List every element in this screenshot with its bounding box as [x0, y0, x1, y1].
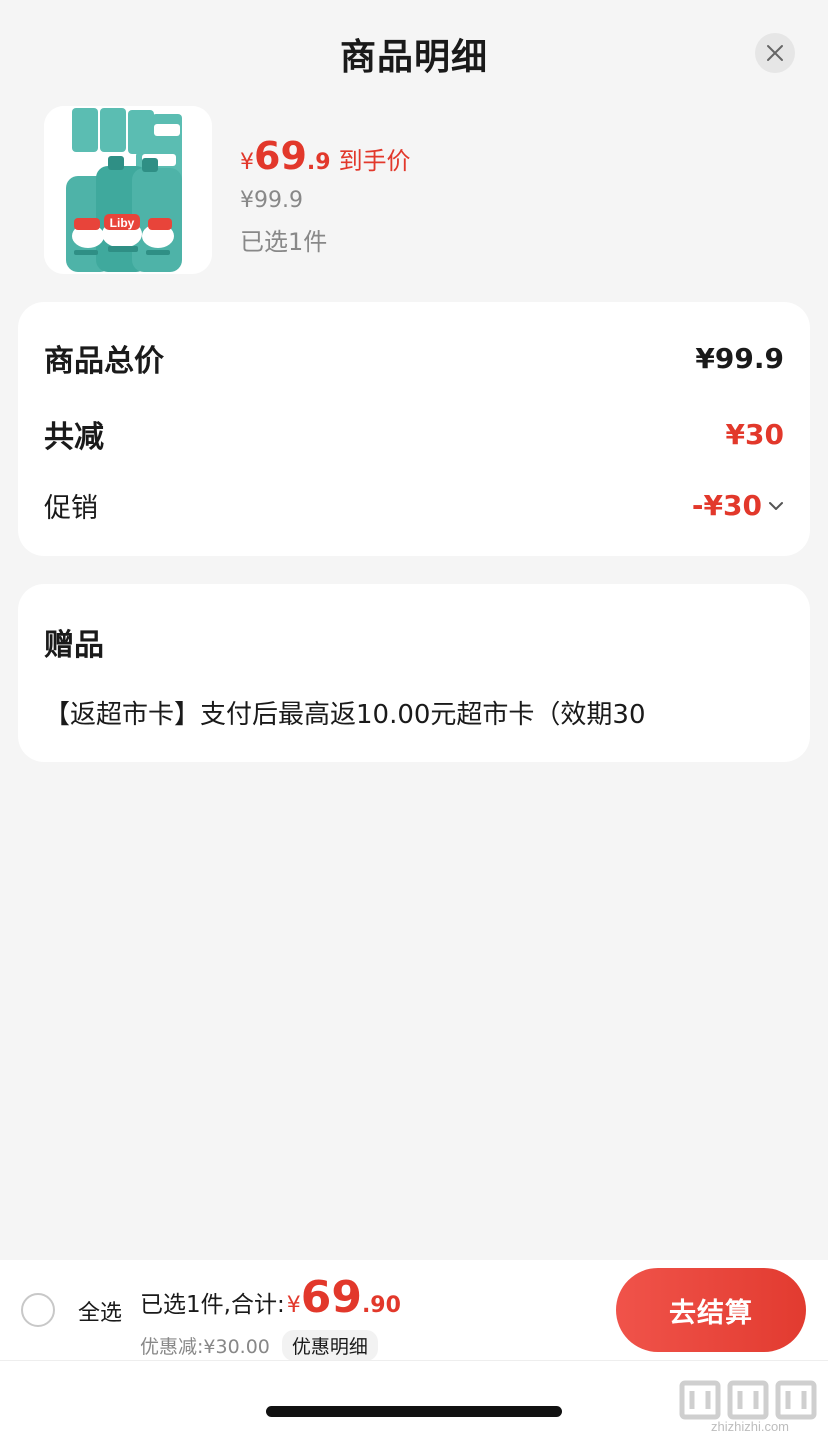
watermark-logo: zhizhizhi.com — [679, 1380, 817, 1432]
price-integer: 69 — [254, 134, 307, 178]
sum-label: 已选1件,合计: — [140, 1292, 285, 1318]
total-reduction-label: 共减 — [44, 420, 104, 455]
product-image[interactable]: Liby — [44, 106, 212, 274]
price-summary-card: 商品总价 ¥99.9 共减 ¥30 促销 -¥30 — [18, 302, 810, 556]
sum-integer: 69 — [300, 1272, 362, 1323]
promotion-value-group[interactable]: -¥30 — [692, 489, 784, 522]
gift-title: 赠品 — [44, 628, 104, 663]
liby-logo-text: Liby — [110, 216, 135, 230]
final-price: ¥69.9 到手价 — [240, 134, 411, 178]
order-total: 已选1件,合计: ¥ 69 .90 — [140, 1272, 401, 1323]
page-title: 商品明细 — [339, 37, 488, 78]
select-all-label[interactable]: 全选 — [78, 1295, 122, 1327]
total-price-row: 商品总价 ¥99.9 — [44, 336, 784, 380]
promotion-row[interactable]: 促销 -¥30 — [44, 486, 784, 525]
discount-amount: 优惠减:¥30.00 — [140, 1336, 270, 1358]
select-all-radio[interactable] — [21, 1293, 55, 1327]
promotion-value: -¥30 — [691, 489, 762, 522]
watermark-text: zhizhizhi.com — [711, 1419, 789, 1432]
total-price-value: ¥99.9 — [695, 341, 784, 375]
product-detail-sheet: 商品明细 Liby ¥69.9 到手价 ¥99.9 已选1件 商品总价 ¥99.… — [0, 0, 828, 1432]
discount-detail-button[interactable]: 优惠明细 — [281, 1330, 378, 1361]
product-summary: Liby ¥69.9 到手价 ¥99.9 已选1件 — [44, 106, 804, 276]
close-button[interactable] — [755, 33, 795, 73]
home-indicator[interactable] — [266, 1406, 562, 1417]
detergent-product-illustration: Liby — [44, 106, 212, 274]
gift-description: 【返超市卡】支付后最高返10.00元超市卡（效期30 — [44, 700, 646, 730]
home-indicator-area: zhizhizhi.com — [0, 1360, 828, 1432]
total-reduction-value: ¥30 — [725, 417, 784, 451]
gift-card: 赠品 【返超市卡】支付后最高返10.00元超市卡（效期30 — [18, 584, 810, 762]
price-decimal: .9 — [306, 150, 331, 175]
total-reduction-row: 共减 ¥30 — [44, 412, 784, 456]
sheet-header: 商品明细 — [0, 0, 828, 100]
sum-currency: ¥ — [286, 1293, 301, 1318]
close-icon — [767, 45, 783, 61]
total-price-label: 商品总价 — [44, 344, 164, 379]
checkout-bar: 全选 已选1件,合计: ¥ 69 .90 优惠减:¥30.00 优惠明细 去结算 — [0, 1260, 828, 1361]
promotion-label: 促销 — [44, 493, 98, 524]
price-tag: 到手价 — [338, 147, 411, 175]
original-price: ¥99.9 — [240, 188, 303, 213]
discount-line: 优惠减:¥30.00 优惠明细 — [140, 1330, 378, 1361]
selected-count: 已选1件 — [240, 228, 328, 256]
sum-decimal: .90 — [361, 1293, 401, 1318]
chevron-down-icon — [769, 501, 783, 510]
price-currency: ¥ — [240, 150, 254, 175]
checkout-button[interactable]: 去结算 — [616, 1268, 806, 1352]
